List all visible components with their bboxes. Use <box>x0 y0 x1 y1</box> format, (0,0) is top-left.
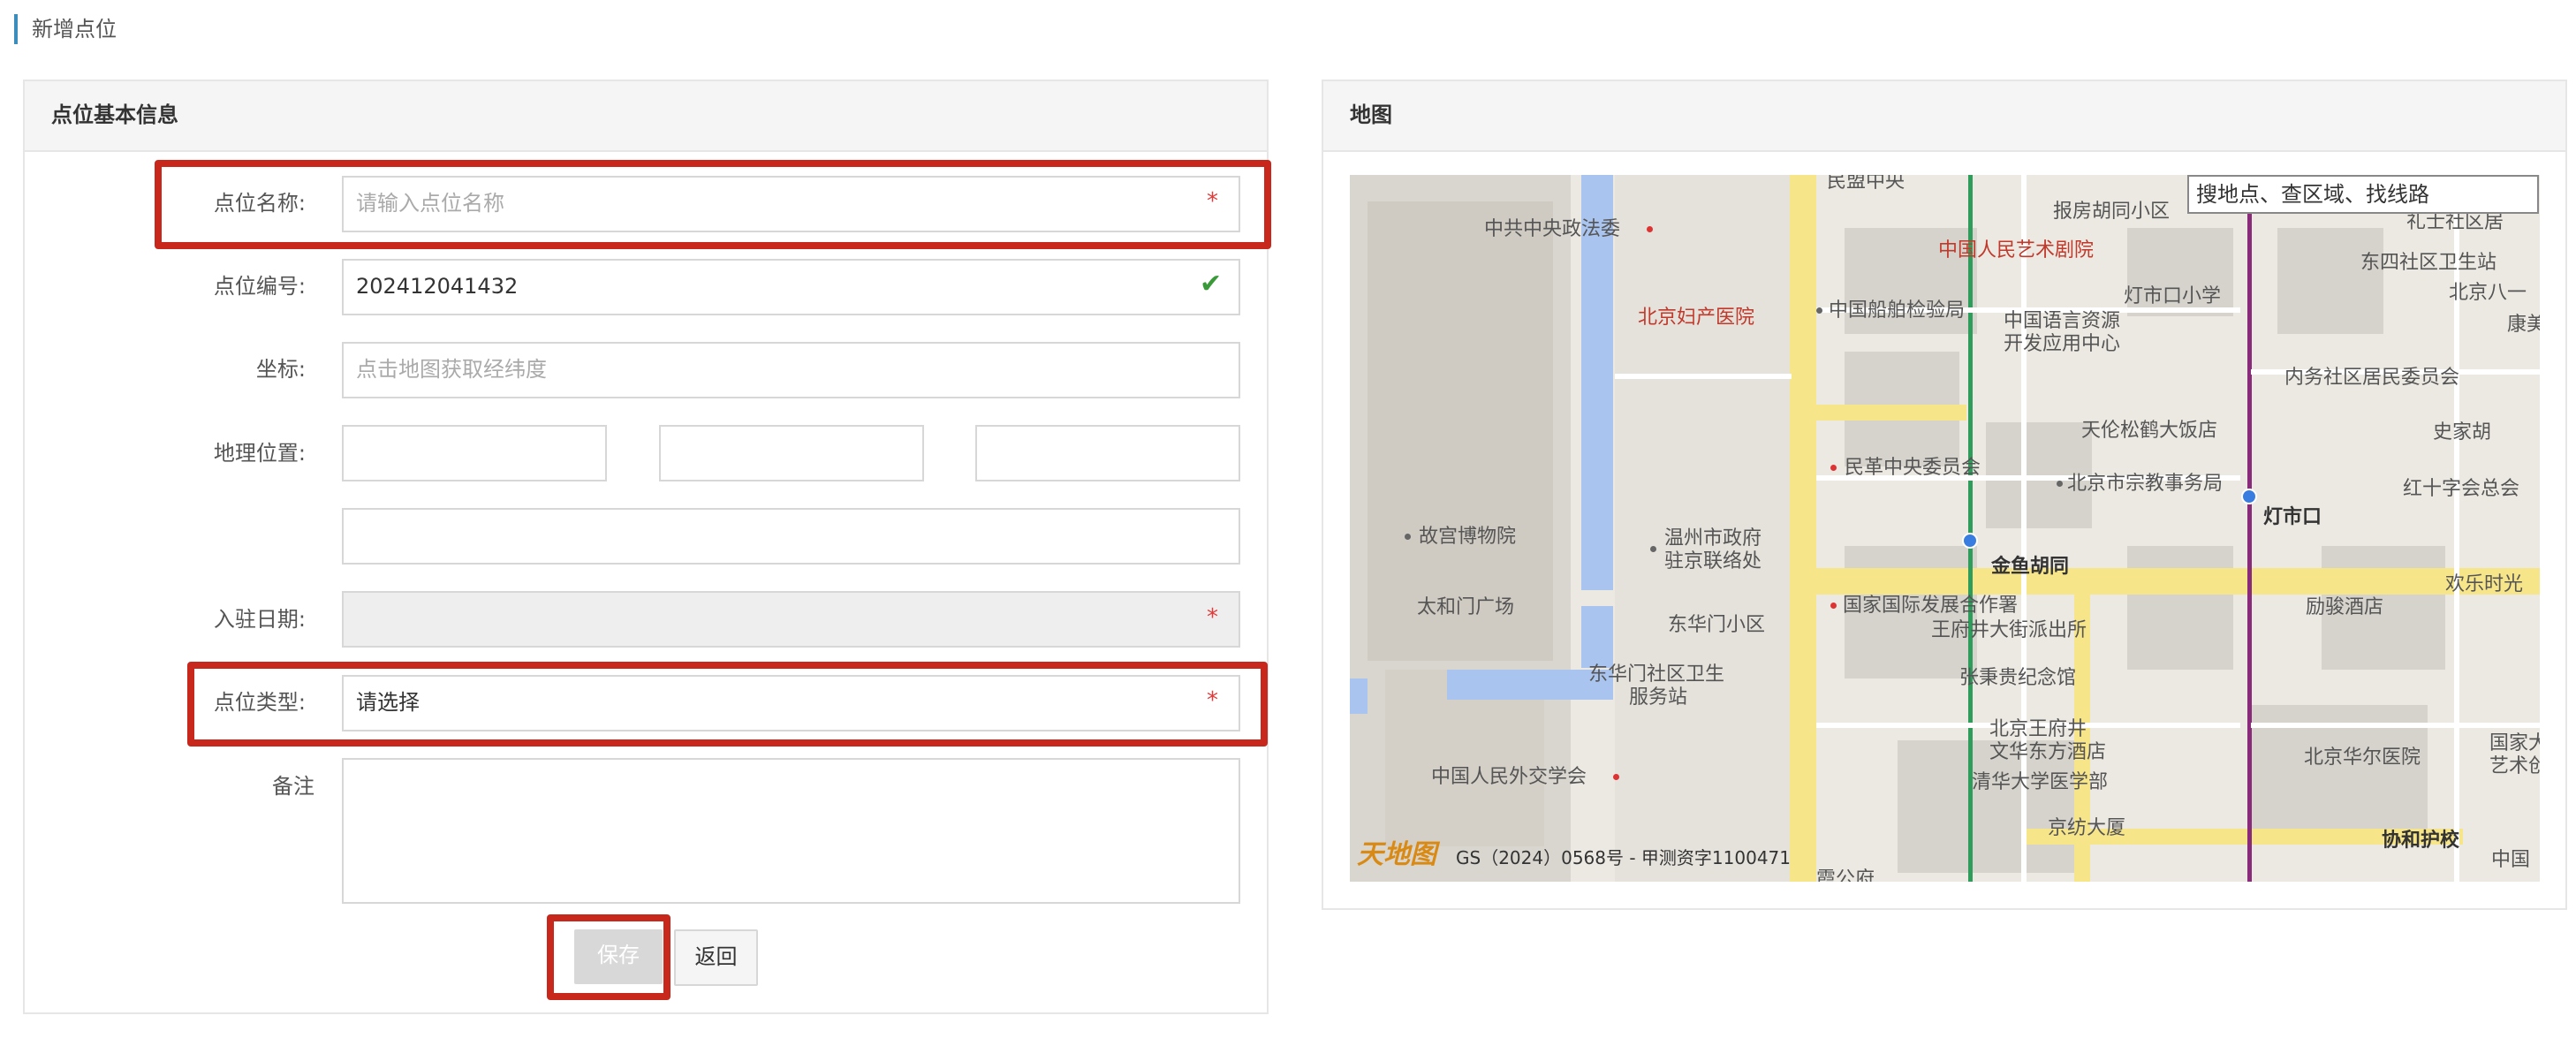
form-panel-title: 点位基本信息 <box>51 102 178 127</box>
map-copyright: GS（2024）0568号 - 甲测资字1100471 <box>1456 847 1791 868</box>
map-label: 民革中央委员会 <box>1845 457 1981 479</box>
map-label: 礼士社区居 <box>2406 211 2504 233</box>
map-label: 中国船舶检验局 <box>1829 299 1966 322</box>
map-label: 报房胡同小区 <box>2053 201 2171 223</box>
map-label: 国家大 <box>2489 732 2540 754</box>
map-label: 红十字会总会 <box>2403 478 2520 500</box>
map-label: 北京华尔医院 <box>2304 747 2421 769</box>
map-label: 中国 <box>2491 849 2531 871</box>
map-label: 内务社区居民委员会 <box>2284 367 2460 389</box>
map-label: 康美 <box>2507 314 2540 336</box>
poi-dot <box>1647 226 1653 232</box>
map-label: 金鱼胡同 <box>1991 556 2070 578</box>
map-label: 艺术创 <box>2489 755 2540 777</box>
coords-input[interactable]: 点击地图获取经纬度 <box>342 342 1240 398</box>
geo-label: 地理位置: <box>213 441 306 466</box>
map-label: 东华门小区 <box>1668 614 1766 636</box>
map-search-input[interactable]: 搜地点、查区域、找线路 <box>2187 175 2539 214</box>
code-label: 点位编号: <box>213 274 306 299</box>
map-label: 中国人民艺术剧院 <box>1938 239 2095 262</box>
poi-dot <box>1405 534 1411 540</box>
map-panel-title: 地图 <box>1350 102 1392 127</box>
date-required-mark: * <box>1207 604 1218 631</box>
map-label: 服务站 <box>1629 686 1688 709</box>
poi-dot <box>2057 481 2063 487</box>
map-label: 欢乐时光 <box>2445 573 2524 595</box>
map-label: 霞公府 <box>1816 868 1875 882</box>
map-label: 北京王府井 <box>1989 718 2087 740</box>
map-label: 灯市口 <box>2263 506 2322 528</box>
map-label: 清华大学医学部 <box>1972 771 2109 793</box>
map-label: 北京妇产医院 <box>1638 307 1755 329</box>
type-highlight-box <box>187 662 1268 747</box>
map-label: 故宫博物院 <box>1419 526 1517 548</box>
geo-address-input[interactable] <box>342 508 1240 565</box>
page-title-accent <box>14 14 18 44</box>
poi-dot <box>1830 465 1837 471</box>
remark-textarea[interactable] <box>342 758 1240 904</box>
map-label: 开发应用中心 <box>2004 333 2121 355</box>
map-view[interactable]: 民盟中央 中共中央政法委 报房胡同小区 礼士社区居 中国人民艺术剧院 东四社区卫… <box>1350 175 2540 882</box>
map-label: 北京八一 <box>2449 282 2527 304</box>
map-label: 天伦松鹤大饭店 <box>2081 420 2218 442</box>
code-input[interactable]: 202412041432 <box>342 259 1240 315</box>
map-label: 国家国际发展合作署 <box>1843 595 2019 617</box>
map-label: 驻京联络处 <box>1664 550 1762 572</box>
tianditu-logo: 天地图 <box>1357 839 1436 870</box>
map-label: 温州市政府 <box>1664 527 1762 550</box>
map-label: 东华门社区卫生 <box>1588 663 1725 686</box>
map-label: 太和门广场 <box>1417 596 1515 618</box>
map-label: 张秉贵纪念馆 <box>1959 667 2077 689</box>
map-label: 文华东方酒店 <box>1989 741 2107 763</box>
valid-check-icon: ✔ <box>1200 269 1223 299</box>
poi-dot <box>1830 603 1837 609</box>
map-label: 东四社区卫生站 <box>2360 252 2497 274</box>
poi-dot <box>1613 774 1619 780</box>
map-label: 史家胡 <box>2433 421 2492 443</box>
geo-province-select[interactable] <box>342 425 607 481</box>
coords-label: 坐标: <box>255 357 306 382</box>
map-label: 中国语言资源 <box>2004 310 2121 332</box>
map-label: 中国人民外交学会 <box>1431 766 1587 788</box>
remark-label: 备注 <box>272 774 314 799</box>
map-label: 北京市宗教事务局 <box>2067 473 2224 495</box>
map-panel-header: 地图 <box>1323 81 2565 152</box>
poi-dot <box>1816 307 1822 314</box>
metro-station-icon <box>1962 533 1978 549</box>
map-label: 励骏酒店 <box>2306 596 2384 618</box>
poi-dot <box>1650 546 1656 552</box>
save-highlight-box <box>547 914 671 1000</box>
map-label: 京纺大厦 <box>2048 817 2126 839</box>
date-label: 入驻日期: <box>213 607 306 632</box>
map-label: 王府井大街派出所 <box>1931 619 2087 641</box>
back-button[interactable]: 返回 <box>674 929 758 986</box>
geo-city-select[interactable] <box>659 425 924 481</box>
metro-station-icon <box>2241 489 2257 504</box>
date-input[interactable] <box>342 591 1240 648</box>
geo-district-select[interactable] <box>975 425 1240 481</box>
map-label: 中共中央政法委 <box>1484 218 1621 240</box>
form-panel-header: 点位基本信息 <box>25 81 1267 152</box>
map-label: 灯市口小学 <box>2124 285 2222 307</box>
page-title: 新增点位 <box>32 17 117 42</box>
map-label: 民盟中央 <box>1827 175 1905 193</box>
map-label: 协和护校 <box>2382 830 2460 852</box>
name-highlight-box <box>155 160 1271 249</box>
